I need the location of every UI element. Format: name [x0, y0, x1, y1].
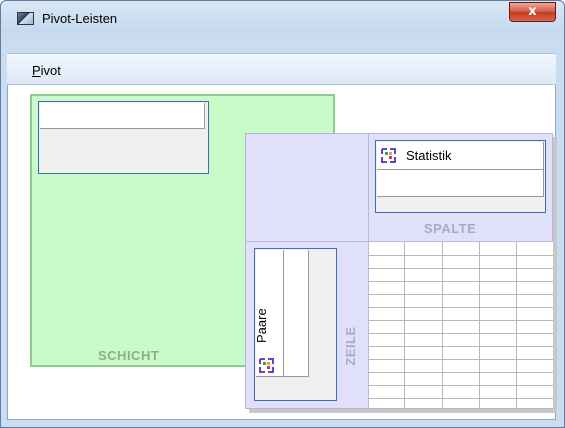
grid-line: [369, 307, 553, 308]
grid-line: [369, 268, 553, 269]
menu-item-pivot[interactable]: Pivot: [32, 63, 61, 78]
grid-line: [369, 294, 553, 295]
layer-drop-box[interactable]: [38, 101, 209, 174]
pivot-table-icon: [17, 12, 34, 25]
grid-line: [369, 385, 553, 386]
column-slot[interactable]: [377, 142, 544, 197]
column-dimension-statistik[interactable]: Statistik: [406, 148, 452, 163]
grid-line: [369, 398, 553, 399]
grid-line: [369, 333, 553, 334]
menu-item-pivot-mnemonic: P: [32, 63, 41, 78]
grid-line: [404, 242, 405, 408]
grid-line: [369, 372, 553, 373]
grid-line: [516, 242, 517, 408]
menu-item-pivot-rest: ivot: [40, 63, 61, 78]
grid-line: [369, 359, 553, 360]
grid-line: [369, 346, 553, 347]
dimension-icon[interactable]: [259, 358, 274, 373]
layer-slot[interactable]: [40, 103, 205, 129]
column-slot-divider: [377, 169, 543, 170]
window-title: Pivot-Leisten: [42, 11, 118, 26]
dimension-icon[interactable]: [381, 148, 396, 163]
column-drop-box[interactable]: [375, 140, 546, 213]
title-bar[interactable]: Pivot-Leisten x: [1, 1, 564, 33]
grid-line: [369, 281, 553, 282]
column-caption: SPALTE: [424, 221, 477, 236]
grid-line: [479, 242, 480, 408]
data-grid: [369, 242, 553, 408]
layer-caption: SCHICHT: [98, 348, 160, 363]
grid-line: [442, 242, 443, 408]
row-caption: ZEILE: [343, 326, 358, 366]
row-dimension-paare[interactable]: Paare: [254, 308, 270, 343]
close-button[interactable]: x: [509, 2, 556, 22]
row-slot-divider: [283, 250, 284, 376]
grid-line: [369, 255, 553, 256]
grid-line: [369, 320, 553, 321]
menu-bar: Pivot: [7, 53, 556, 85]
